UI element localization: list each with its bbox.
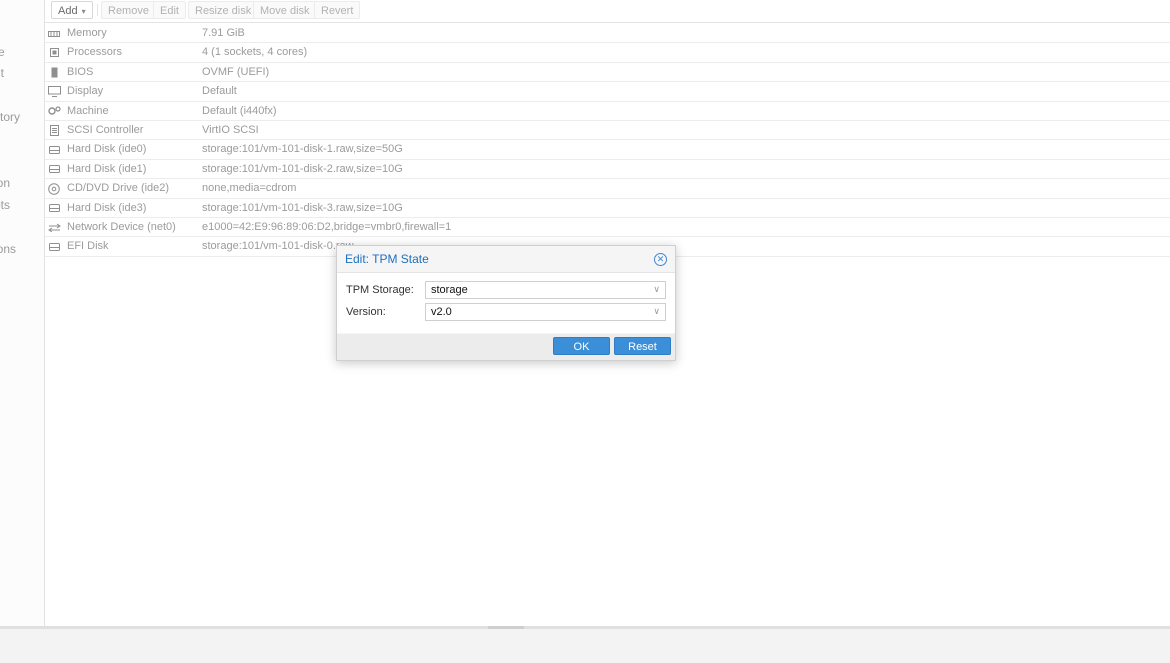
revert-button-label: Revert <box>321 5 354 17</box>
cdrom-icon <box>47 182 61 195</box>
move-disk-button[interactable]: Move disk <box>253 1 317 19</box>
table-row[interactable]: Processors 4 (1 sockets, 4 cores) <box>45 43 1170 63</box>
machine-icon <box>47 105 61 118</box>
reset-button-label: Reset <box>628 341 657 353</box>
memory-icon <box>47 27 61 40</box>
move-disk-button-label: Move disk <box>260 5 310 17</box>
row-value: Default (i440fx) <box>202 104 277 117</box>
table-row[interactable]: Hard Disk (ide3) storage:101/vm-101-disk… <box>45 199 1170 218</box>
ok-button[interactable]: OK <box>553 337 610 355</box>
table-row[interactable]: Display Default <box>45 82 1170 102</box>
row-value: e1000=42:E9:96:89:06:D2,bridge=vmbr0,fir… <box>202 220 452 233</box>
row-value: 7.91 GiB <box>202 27 245 39</box>
left-nav: y re ut story ion ots ions <box>0 0 45 626</box>
controller-icon <box>47 124 61 137</box>
dialog-body: TPM Storage: storage ∨ Version: v2.0 ∨ <box>337 273 675 333</box>
row-label: BIOS <box>67 65 94 78</box>
version-value: v2.0 <box>431 306 452 318</box>
row-label: Display <box>67 85 104 98</box>
nav-item[interactable]: story <box>0 108 44 126</box>
edit-button-label: Edit <box>160 5 179 17</box>
table-row[interactable]: Network Device (net0) e1000=42:E9:96:89:… <box>45 218 1170 238</box>
remove-button[interactable]: Remove <box>101 1 156 19</box>
row-value: OVMF (UEFI) <box>202 65 270 78</box>
table-row[interactable]: Hard Disk (ide1) storage:101/vm-101-disk… <box>45 160 1170 180</box>
nav-item-hardware[interactable]: re <box>0 43 44 61</box>
nav-item-label: ion <box>0 176 11 190</box>
harddisk-icon <box>47 143 61 156</box>
processor-icon <box>47 46 61 59</box>
row-value: 4 (1 sockets, 4 cores) <box>202 46 308 59</box>
edit-button[interactable]: Edit <box>153 1 186 19</box>
table-row[interactable]: BIOS OVMF (UEFI) <box>45 63 1170 83</box>
nav-item[interactable]: ots <box>0 196 44 214</box>
row-value: storage:101/vm-101-disk-0.raw <box>202 240 354 253</box>
table-row[interactable]: Hard Disk (ide0) storage:101/vm-101-disk… <box>45 140 1170 160</box>
tpm-storage-label: TPM Storage: <box>346 284 414 296</box>
row-label: Memory <box>67 27 107 39</box>
app-window: y re ut story ion ots ions Add▾ Remove E… <box>0 0 1170 663</box>
version-label: Version: <box>346 306 386 318</box>
row-label: EFI Disk <box>67 240 109 253</box>
remove-button-label: Remove <box>108 5 149 17</box>
nav-item-label: story <box>0 110 21 124</box>
row-value: storage:101/vm-101-disk-2.raw,size=10G <box>202 162 403 175</box>
harddisk-icon <box>47 240 61 253</box>
hardware-grid: Memory 7.91 GiB Processors 4 (1 sockets,… <box>45 24 1170 257</box>
tpm-storage-value: storage <box>431 284 468 296</box>
add-button-label: Add <box>58 5 78 17</box>
bios-icon <box>47 66 61 79</box>
resize-disk-button-label: Resize disk <box>195 5 252 17</box>
table-row[interactable]: Memory 7.91 GiB <box>45 24 1170 44</box>
chevron-down-icon[interactable]: ∨ <box>653 306 660 317</box>
nav-item[interactable]: y <box>0 1 44 19</box>
hardware-toolbar: Add ▾ Remove Edit Resize disk Move disk R… <box>45 0 1170 23</box>
tpm-storage-select[interactable]: storage ∨ <box>425 281 666 299</box>
table-row[interactable]: CD/DVD Drive (ide2) none,media=cdrom <box>45 179 1170 199</box>
harddisk-icon <box>47 163 61 176</box>
splitter-handle[interactable] <box>488 626 524 629</box>
row-label: Hard Disk (ide1) <box>67 162 147 175</box>
ok-button-label: OK <box>573 341 590 353</box>
nav-item-label: ut <box>0 66 5 80</box>
row-label: CD/DVD Drive (ide2) <box>67 182 170 195</box>
add-button[interactable]: Add ▾ <box>51 1 93 19</box>
edit-tpm-dialog: Edit: TPM State ✕ TPM Storage: storage ∨… <box>336 245 676 361</box>
row-label: Network Device (net0) <box>67 220 176 233</box>
toolbar-separator <box>97 4 98 16</box>
chevron-down-icon: ▾ <box>81 7 86 16</box>
row-label: Machine <box>67 104 109 117</box>
row-value: VirtIO SCSI <box>202 123 259 136</box>
row-value: storage:101/vm-101-disk-1.raw,size=50G <box>202 143 403 156</box>
table-row[interactable]: Machine Default (i440fx) <box>45 102 1170 121</box>
row-value: Default <box>202 85 237 98</box>
nav-item-label: re <box>0 43 5 61</box>
table-row[interactable]: SCSI Controller VirtIO SCSI <box>45 121 1170 141</box>
nav-item[interactable]: ion <box>0 174 44 192</box>
row-value: none,media=cdrom <box>202 182 297 195</box>
row-value: storage:101/vm-101-disk-3.raw,size=10G <box>202 201 403 214</box>
row-label: Hard Disk (ide3) <box>67 201 147 214</box>
nav-item[interactable]: ions <box>0 240 44 258</box>
nav-item[interactable]: ut <box>0 64 44 82</box>
row-label: SCSI Controller <box>67 123 144 136</box>
chevron-down-icon[interactable]: ∨ <box>653 284 660 295</box>
display-icon <box>47 85 61 98</box>
row-label: Processors <box>67 46 123 59</box>
revert-button[interactable]: Revert <box>314 1 361 19</box>
nav-item-label: ions <box>0 242 17 256</box>
network-icon <box>47 221 61 234</box>
reset-button[interactable]: Reset <box>614 337 671 355</box>
row-label: Hard Disk (ide0) <box>67 143 147 156</box>
close-icon[interactable]: ✕ <box>654 253 667 266</box>
harddisk-icon <box>47 202 61 215</box>
dialog-footer: OK Reset <box>337 334 675 360</box>
dialog-header: Edit: TPM State ✕ <box>337 246 675 273</box>
nav-item-label: ots <box>0 198 11 212</box>
task-log-panel <box>0 626 1170 663</box>
resize-disk-button[interactable]: Resize disk <box>188 1 259 19</box>
version-select[interactable]: v2.0 ∨ <box>425 303 666 321</box>
dialog-title: Edit: TPM State <box>345 252 429 266</box>
